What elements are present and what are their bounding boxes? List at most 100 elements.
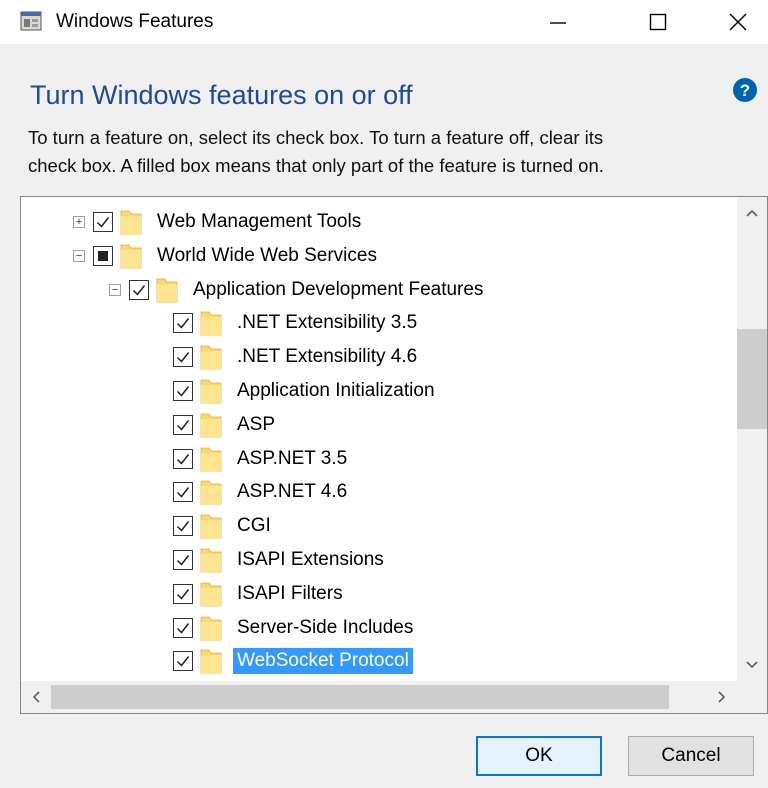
collapse-icon[interactable]: − bbox=[109, 283, 121, 296]
scroll-down-button[interactable] bbox=[737, 649, 767, 681]
feature-checkbox[interactable] bbox=[173, 516, 193, 537]
partial-checkbox[interactable] bbox=[93, 245, 113, 266]
tree-item-label: ISAPI Extensions bbox=[237, 549, 384, 570]
tree-item[interactable]: WebSocket Protocol bbox=[173, 644, 413, 678]
folder-icon bbox=[200, 616, 222, 640]
cancel-button[interactable]: Cancel bbox=[628, 736, 754, 776]
tree-item-label: Application Development Features bbox=[193, 278, 484, 300]
horizontal-scroll-thumb[interactable] bbox=[51, 685, 669, 709]
chevron-up-icon bbox=[746, 209, 758, 217]
folder-icon bbox=[200, 413, 222, 438]
checkmark-icon bbox=[176, 656, 190, 668]
close-icon bbox=[729, 13, 747, 31]
tree-item[interactable]: ASP.NET 3.5 bbox=[173, 442, 351, 476]
feature-checkbox[interactable] bbox=[173, 550, 193, 570]
checkmark-icon bbox=[96, 217, 110, 228]
tree-item[interactable]: − World Wide Web Services bbox=[73, 239, 381, 273]
folder-icon bbox=[200, 447, 222, 471]
horizontal-scrollbar[interactable] bbox=[21, 681, 737, 713]
tree-item[interactable]: .NET Extensibility 3.5 bbox=[173, 306, 421, 340]
feature-checkbox[interactable] bbox=[173, 414, 193, 435]
feature-checkbox[interactable] bbox=[129, 279, 149, 300]
maximize-icon bbox=[649, 13, 667, 31]
chevron-down-icon bbox=[746, 661, 758, 669]
scroll-up-button[interactable] bbox=[737, 197, 767, 229]
checkmark-icon bbox=[176, 588, 190, 600]
scroll-right-button[interactable] bbox=[707, 681, 737, 713]
feature-checkbox[interactable] bbox=[173, 617, 193, 638]
tree-item-label: ASP bbox=[237, 413, 276, 435]
folder-icon bbox=[200, 582, 222, 607]
tree-item-label: Web Management Tools bbox=[157, 211, 362, 232]
feature-checkbox[interactable] bbox=[173, 347, 193, 368]
folder-icon bbox=[200, 311, 222, 336]
feature-checkbox[interactable] bbox=[173, 651, 193, 672]
tree-item-label: ASP.NET 3.5 bbox=[237, 447, 348, 469]
checkmark-icon bbox=[176, 555, 190, 566]
folder-icon bbox=[156, 278, 178, 302]
expand-icon[interactable]: + bbox=[73, 216, 85, 228]
feature-checkbox[interactable] bbox=[173, 448, 193, 469]
tree-item[interactable]: Server-Side Includes bbox=[173, 611, 417, 645]
checkmark-icon bbox=[176, 622, 190, 634]
tree-item-label: ISAPI Filters bbox=[237, 582, 343, 604]
tree-item-label: WebSocket Protocol bbox=[233, 648, 413, 675]
checkmark-icon bbox=[176, 386, 190, 397]
svg-text:?: ? bbox=[740, 81, 750, 100]
scroll-left-button[interactable] bbox=[21, 681, 51, 713]
tree-item-label: Server-Side Includes bbox=[237, 616, 414, 638]
checkmark-icon bbox=[176, 521, 190, 532]
tree-item-label: World Wide Web Services bbox=[157, 244, 377, 266]
feature-checkbox[interactable] bbox=[173, 482, 193, 503]
tree-item[interactable]: ASP bbox=[173, 408, 279, 442]
features-tree-view[interactable]: + Web Management Tools − World Wide Web Ser… bbox=[20, 196, 768, 714]
vertical-scroll-thumb[interactable] bbox=[737, 329, 767, 429]
checkmark-icon bbox=[132, 284, 146, 296]
window-title: Windows Features bbox=[56, 11, 214, 32]
feature-checkbox[interactable] bbox=[173, 381, 193, 401]
checkmark-icon bbox=[176, 352, 190, 363]
features-tree: + Web Management Tools − World Wide Web Ser… bbox=[21, 197, 737, 681]
vertical-scrollbar[interactable] bbox=[737, 197, 767, 681]
feature-checkbox[interactable] bbox=[93, 212, 113, 232]
folder-icon bbox=[120, 244, 142, 269]
ok-button[interactable]: OK bbox=[476, 736, 602, 776]
tree-item-label: CGI bbox=[237, 515, 271, 537]
checkmark-icon bbox=[176, 419, 190, 431]
folder-icon bbox=[200, 514, 222, 539]
tree-item[interactable]: − Application Development Features bbox=[109, 273, 487, 307]
checkmark-icon bbox=[176, 318, 190, 330]
tree-item[interactable]: CGI bbox=[173, 509, 275, 543]
tree-item[interactable]: .NET Extensibility 4.6 bbox=[173, 340, 421, 374]
page-heading: Turn Windows features on or off bbox=[30, 80, 413, 110]
collapse-icon[interactable]: − bbox=[73, 249, 85, 262]
title-bar[interactable]: Windows Features bbox=[0, 0, 768, 44]
folder-icon bbox=[200, 480, 222, 505]
partial-fill bbox=[98, 250, 108, 261]
folder-icon bbox=[200, 548, 222, 573]
feature-checkbox[interactable] bbox=[173, 583, 193, 604]
windows-features-app-icon bbox=[20, 11, 42, 31]
tree-item[interactable]: ISAPI Extensions bbox=[173, 543, 388, 577]
tree-item-label: .NET Extensibility 3.5 bbox=[237, 312, 418, 334]
tree-item-label: Application Initialization bbox=[237, 380, 435, 401]
tree-item[interactable]: ASP.NET 4.6 bbox=[173, 475, 351, 509]
scrollbar-corner bbox=[737, 681, 767, 713]
tree-item-label: ASP.NET 4.6 bbox=[237, 481, 348, 503]
minimize-button[interactable] bbox=[528, 0, 588, 44]
instructions-line-2: check box. A filled box means that only … bbox=[28, 155, 604, 176]
checkmark-icon bbox=[176, 453, 190, 465]
chevron-left-icon bbox=[32, 691, 40, 703]
chevron-right-icon bbox=[718, 691, 726, 703]
checkmark-icon bbox=[176, 487, 190, 499]
help-icon[interactable]: ? bbox=[732, 77, 758, 103]
tree-item[interactable]: + Web Management Tools bbox=[73, 205, 365, 239]
tree-item[interactable]: Application Initialization bbox=[173, 374, 439, 408]
close-button[interactable] bbox=[708, 0, 768, 44]
tree-item-label: .NET Extensibility 4.6 bbox=[237, 346, 418, 368]
tree-item[interactable]: ISAPI Filters bbox=[173, 577, 347, 611]
maximize-button[interactable] bbox=[628, 0, 688, 44]
folder-icon bbox=[120, 210, 142, 235]
folder-icon bbox=[200, 649, 222, 674]
feature-checkbox[interactable] bbox=[173, 313, 193, 334]
